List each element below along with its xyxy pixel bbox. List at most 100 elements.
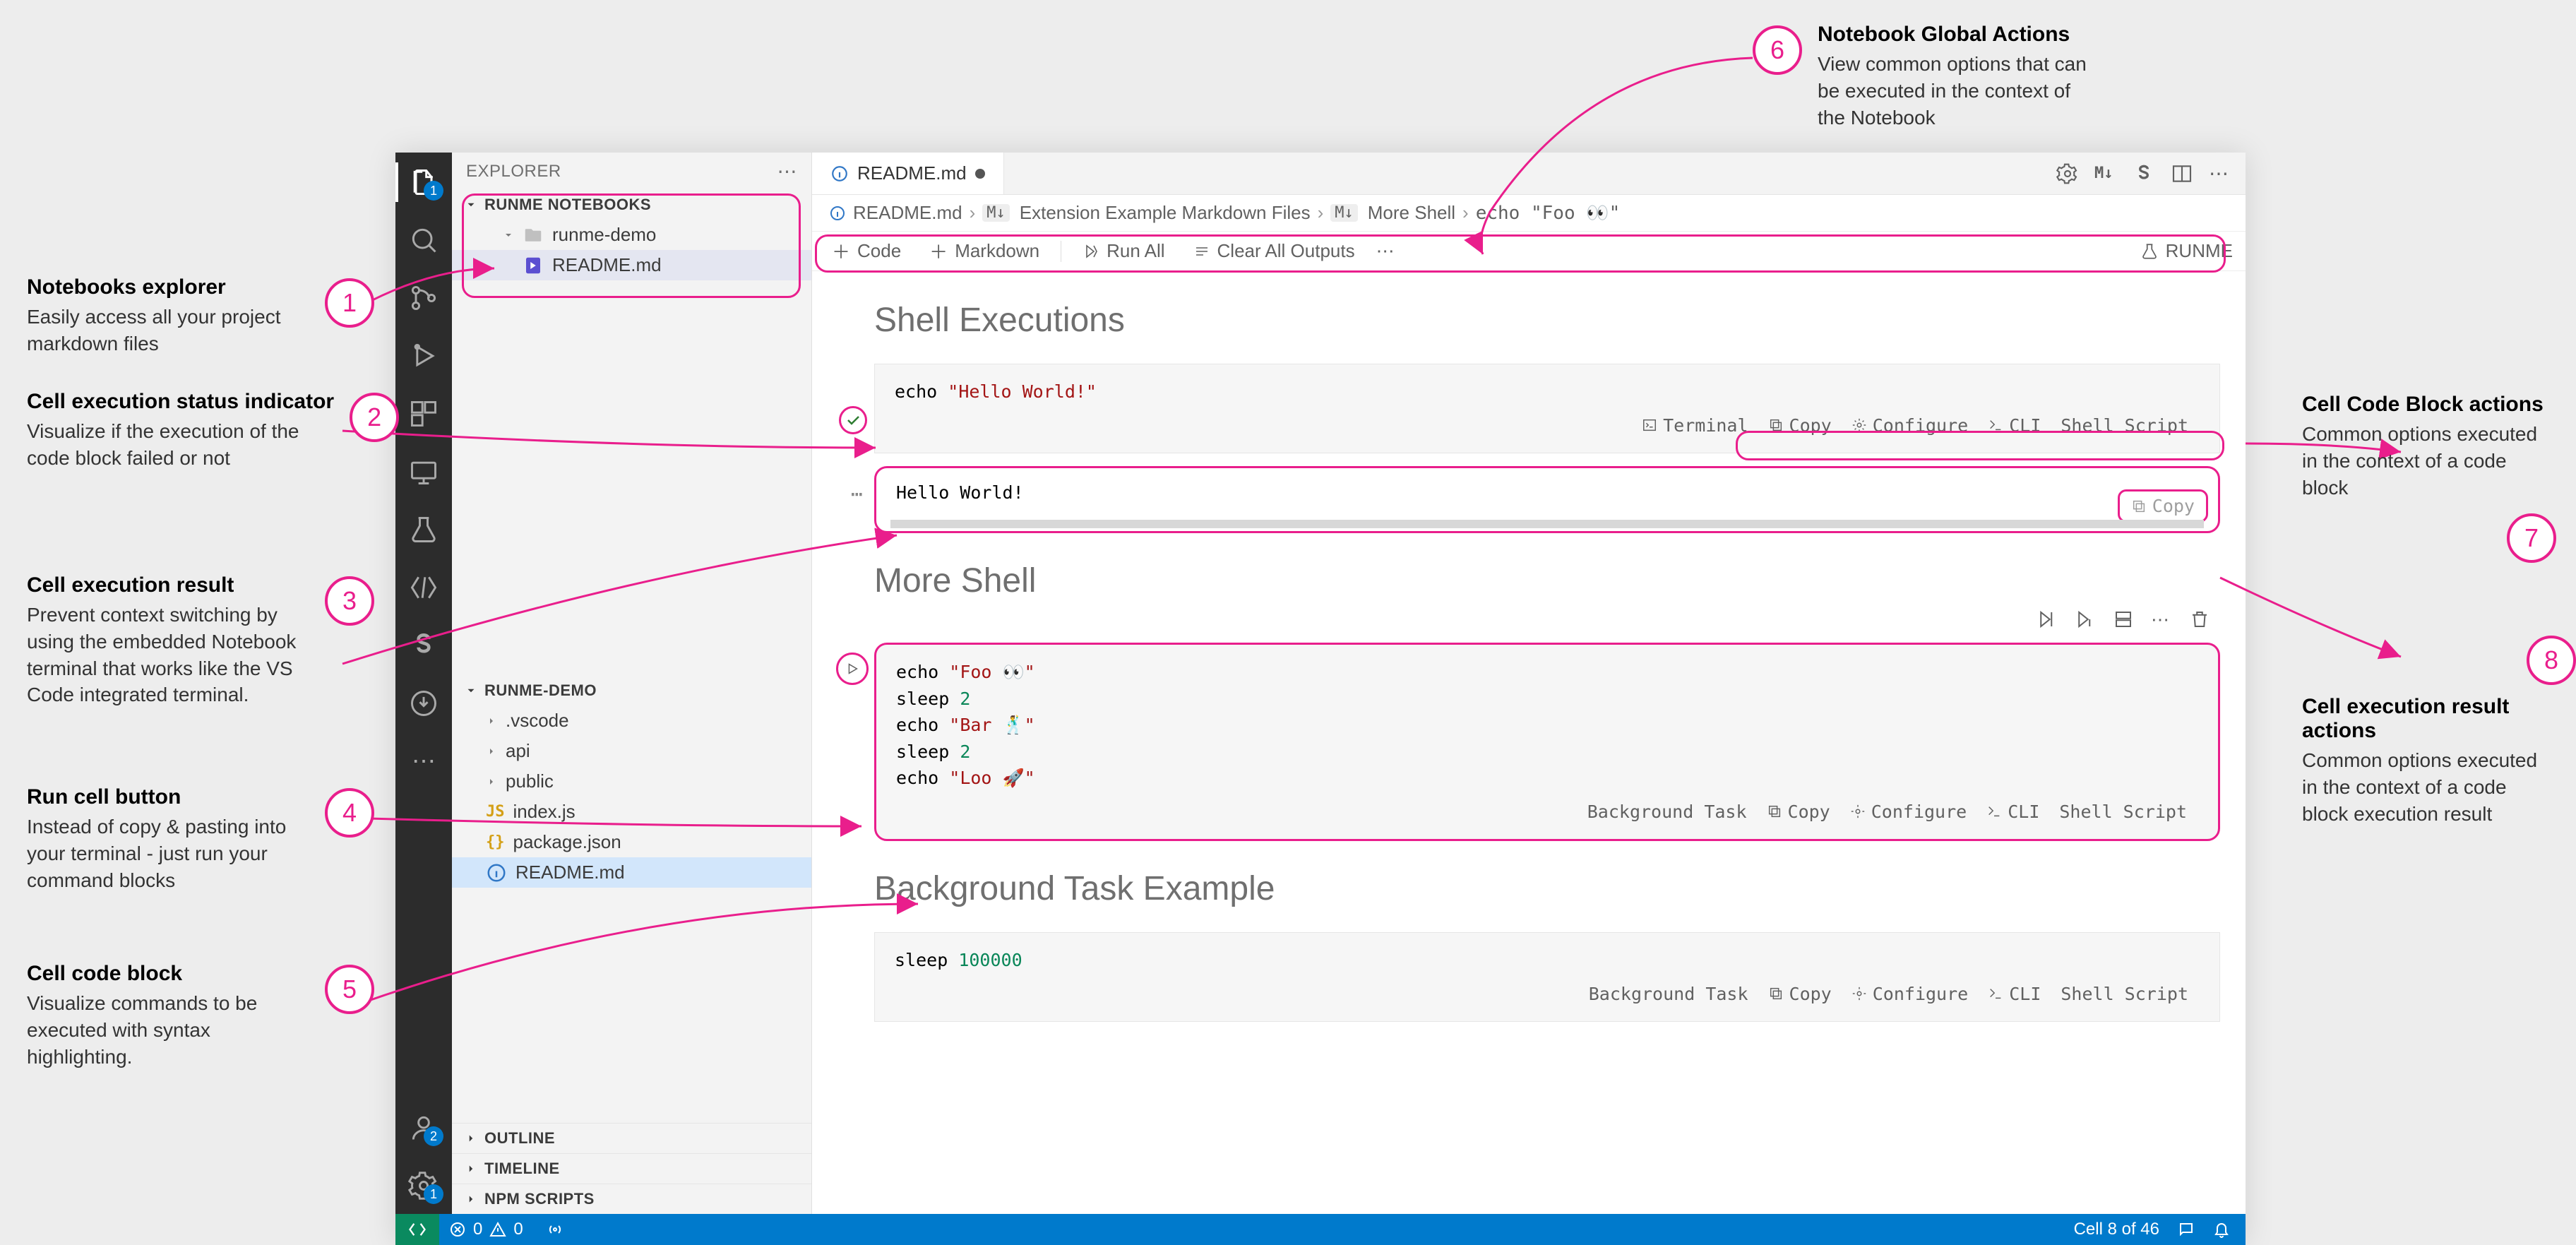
cell-3-action-bgtask[interactable]: Background Task: [1589, 981, 1748, 1008]
crumb-1[interactable]: Extension Example Markdown Files: [1020, 202, 1311, 224]
cell-2-header-trash-icon[interactable]: [2189, 609, 2210, 630]
activity-explorer-icon[interactable]: 1: [408, 167, 439, 198]
tree-file-readme-notebook[interactable]: README.md: [452, 250, 811, 280]
tab-bar: README.md M↓ ⋯: [812, 153, 2246, 195]
status-bell-icon[interactable]: [2213, 1221, 2230, 1238]
status-warnings-icon[interactable]: [489, 1221, 506, 1238]
tree-folder-runme-demo[interactable]: runme-demo: [452, 220, 811, 250]
toolbar-markdown-button[interactable]: ＋Markdown: [922, 235, 1046, 267]
cell-2-action-configure[interactable]: Configure: [1850, 799, 1967, 826]
cell-1-status-success-icon: [839, 406, 867, 434]
activity-bracket-icon[interactable]: [408, 572, 439, 603]
annot-8-title: Cell execution result actions: [2302, 695, 2576, 743]
activity-scm-icon[interactable]: [408, 282, 439, 314]
tab-action-gear-icon[interactable]: [2056, 162, 2079, 185]
toolbar-runall-button[interactable]: Run All: [1075, 237, 1171, 265]
activity-s-icon[interactable]: [408, 630, 439, 661]
cell-2-code[interactable]: echo "Foo 👀" sleep 2 echo "Bar 🕺" sleep …: [874, 643, 2220, 841]
status-broadcast-icon[interactable]: [547, 1221, 564, 1238]
heading-more-shell: More Shell: [874, 561, 2220, 600]
cell-3-action-shellscript[interactable]: Shell Script: [2061, 981, 2188, 1008]
section-timeline[interactable]: TIMELINE: [452, 1153, 811, 1184]
crumb-3[interactable]: echo "Foo 👀": [1476, 203, 1621, 224]
output-dots-icon: ⋯: [851, 482, 863, 506]
toolbar-clear-button[interactable]: Clear All Outputs: [1186, 237, 1362, 265]
cell-3-action-copy[interactable]: Copy: [1768, 981, 1832, 1008]
cell-1-action-copy[interactable]: Copy: [1768, 412, 1832, 439]
cell-2-header-runbelow-icon[interactable]: [2075, 609, 2096, 630]
tree-file-indexjs[interactable]: JS index.js: [452, 797, 811, 827]
tab-action-s-icon[interactable]: [2133, 162, 2155, 185]
annot-1-title: Notebooks explorer: [27, 275, 309, 299]
cell-1-action-configure[interactable]: Configure: [1852, 412, 1968, 439]
cell-2-action-copy[interactable]: Copy: [1767, 799, 1830, 826]
activity-extensions-icon[interactable]: [408, 398, 439, 429]
annot-6-desc: View common options that can be executed…: [1818, 51, 2100, 131]
sidebar-more-icon[interactable]: ⋯: [777, 160, 798, 183]
output-scrollbar[interactable]: [890, 520, 2204, 528]
cell-2-action-shellscript[interactable]: Shell Script: [2059, 799, 2187, 826]
annot-badge-3: 3: [325, 576, 374, 626]
activity-settings-badge: 1: [424, 1184, 443, 1204]
annot-3-title: Cell execution result: [27, 573, 309, 597]
annot-1-desc: Easily access all your project markdown …: [27, 304, 309, 357]
cell-2-header-runby-icon[interactable]: [2037, 609, 2058, 630]
activity-download-icon[interactable]: [408, 688, 439, 719]
tree-folder-vscode[interactable]: .vscode: [452, 705, 811, 736]
crumb-2[interactable]: More Shell: [1368, 202, 1455, 224]
activity-debug-icon[interactable]: [408, 340, 439, 371]
activity-more-icon[interactable]: ⋯: [408, 746, 439, 777]
cell-1-action-cli[interactable]: CLI: [1988, 412, 2041, 439]
annot-4-desc: Instead of copy & pasting into your term…: [27, 814, 309, 893]
status-errors-icon[interactable]: [449, 1221, 466, 1238]
cell-2-header-split-icon[interactable]: [2113, 609, 2134, 630]
cell-2-run-button[interactable]: [836, 653, 869, 685]
section-npm-scripts[interactable]: NPM SCRIPTS: [452, 1184, 811, 1214]
cell-1-code[interactable]: echo "Hello World!" Terminal Copy Config…: [874, 364, 2220, 453]
annot-badge-8: 8: [2527, 636, 2576, 685]
tree-file-packagejson[interactable]: {} package.json: [452, 827, 811, 857]
activity-account-badge: 2: [424, 1126, 443, 1146]
tab-action-split-icon[interactable]: [2171, 162, 2193, 185]
cell-3-action-cli[interactable]: CLI: [1988, 981, 2041, 1008]
status-warnings-count[interactable]: 0: [513, 1220, 523, 1239]
status-feedback-icon[interactable]: [2178, 1221, 2195, 1238]
tree-file-readme-lower[interactable]: README.md: [452, 857, 811, 888]
tab-action-markdown-icon[interactable]: M↓: [2094, 162, 2117, 185]
tab-action-more-icon[interactable]: ⋯: [2209, 162, 2231, 185]
editor-area: README.md M↓ ⋯ README.md › M↓Extension E…: [812, 153, 2246, 1214]
tree-folder-public[interactable]: public: [452, 766, 811, 797]
activity-remote-icon[interactable]: [408, 456, 439, 487]
cell-2-header-more-icon[interactable]: ⋯: [2151, 609, 2172, 630]
section-project[interactable]: RUNME-DEMO: [452, 676, 811, 705]
notebook-body: Shell Executions echo "Hello World!" Ter…: [812, 271, 2246, 1214]
output-copy-button[interactable]: Copy: [2118, 489, 2208, 523]
section-outline[interactable]: OUTLINE: [452, 1123, 811, 1153]
status-remote-icon[interactable]: [395, 1214, 439, 1245]
cell-1-action-terminal[interactable]: Terminal: [1642, 412, 1748, 439]
annot-badge-1: 1: [325, 278, 374, 328]
activity-search-icon[interactable]: [408, 225, 439, 256]
crumb-0[interactable]: README.md: [853, 202, 962, 224]
status-cell-position[interactable]: Cell 8 of 46: [2074, 1220, 2159, 1239]
toolbar-more-icon[interactable]: ⋯: [1376, 240, 1395, 262]
annot-badge-7: 7: [2507, 513, 2556, 563]
tree-folder-api[interactable]: api: [452, 736, 811, 766]
cell-2-action-bgtask[interactable]: Background Task: [1587, 799, 1747, 826]
tab-readme[interactable]: README.md: [812, 153, 1004, 194]
annot-6-title: Notebook Global Actions: [1818, 23, 2100, 47]
activity-settings-icon[interactable]: 1: [408, 1170, 439, 1201]
cell-3-action-configure[interactable]: Configure: [1852, 981, 1968, 1008]
cell-2-action-cli[interactable]: CLI: [1986, 799, 2039, 826]
sidebar-explorer: EXPLORER ⋯ RUNME NOTEBOOKS runme-demo RE…: [452, 153, 812, 1214]
breadcrumb[interactable]: README.md › M↓Extension Example Markdown…: [812, 195, 2246, 232]
toolbar-code-button[interactable]: ＋Code: [825, 235, 908, 267]
cell-1-action-shellscript[interactable]: Shell Script: [2061, 412, 2188, 439]
status-errors-count[interactable]: 0: [473, 1220, 482, 1239]
status-bar: 0 0 Cell 8 of 46: [395, 1214, 2246, 1245]
section-runme-notebooks[interactable]: RUNME NOTEBOOKS: [452, 190, 811, 220]
activity-beaker-icon[interactable]: [408, 514, 439, 545]
activity-account-icon[interactable]: 2: [408, 1112, 439, 1143]
toolbar-runme-label[interactable]: RUNME: [2166, 240, 2233, 262]
cell-3-code[interactable]: sleep 100000 Background Task Copy Config…: [874, 932, 2220, 1022]
